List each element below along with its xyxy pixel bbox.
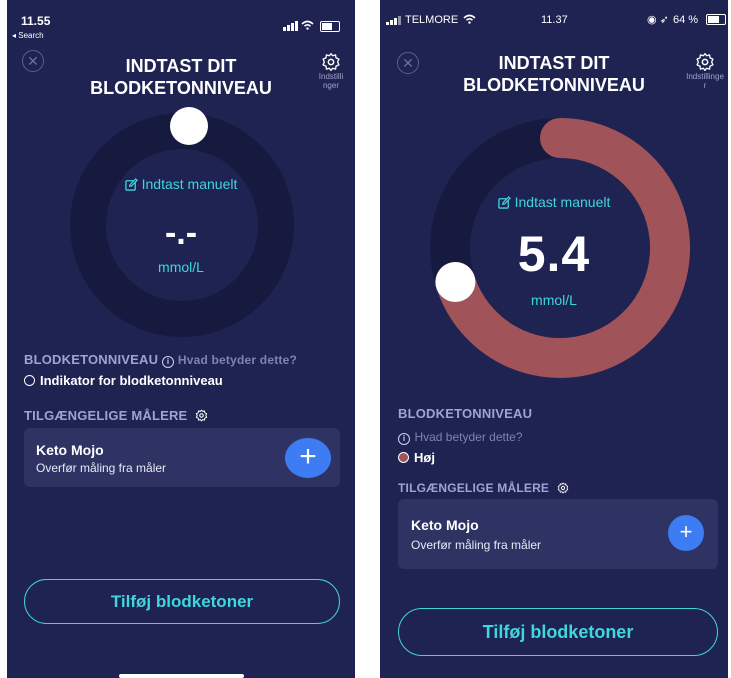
edit-icon [124,178,138,191]
home-indicator [119,674,244,678]
settings-button[interactable]: Indstillinger [311,52,351,90]
status-bar: 11.55 ◂ Search [7,0,355,40]
ketone-level-label: BLODKETONNIVEAU [24,352,159,367]
page-title: INDTAST DIT BLODKETONNIVEAU [67,55,295,99]
status-time: 11.37 [541,14,568,26]
settings-label: Indstillinger [685,72,725,90]
title-line-1: INDTAST DIT [498,53,610,73]
indicator-row: Høj [398,450,435,465]
close-icon[interactable]: ✕ [397,52,419,74]
meter-card-keto-mojo[interactable]: Keto Mojo Overfør måling fra måler + [398,499,718,569]
add-blood-ketones-button[interactable]: Tilføj blodketoner [24,579,340,624]
meters-settings-icon[interactable] [557,482,569,494]
info-question-link[interactable]: Hvad betyder dette? [414,430,522,444]
ketone-level-label: BLODKETONNIVEAU [398,406,533,421]
status-time: 11.55 [21,14,51,28]
add-blood-ketones-button[interactable]: Tilføj blodketoner [398,608,718,656]
indicator-label: Høj [414,450,435,465]
gauge-handle[interactable] [170,107,208,145]
indicator-label: Indikator for blodketonniveau [40,373,223,388]
battery-icon [320,21,340,32]
wifi-icon [301,20,314,30]
page-title: INDTAST DIT BLODKETONNIVEAU [440,52,668,96]
battery-icon [706,14,726,25]
info-icon[interactable]: i [398,433,410,445]
meter-subtitle: Overfør måling fra måler [411,538,542,552]
meter-subtitle: Overfør måling fra måler [36,461,167,475]
settings-label: Indstillinger [318,72,344,90]
back-to-search-link[interactable]: ◂ Search [12,31,44,40]
location-icon: ◉ ➶ [647,14,669,26]
title-line-1: INDTAST DIT [125,56,237,76]
meter-name: Keto Mojo [411,517,479,533]
info-icon[interactable]: i [162,356,175,368]
ketone-value: -.- [164,214,198,252]
screen-right-filled: TELMORE 11.37 ◉ ➶ 64 % ✕ INDTAST DIT BLO… [380,0,728,678]
meter-card-keto-mojo[interactable]: Keto Mojo Overfør måling fra måler + [24,428,340,487]
info-question-link[interactable]: Hvad betyder dette? [178,353,297,367]
settings-button[interactable]: Indstillinger [685,52,725,90]
ketone-level-row: BLODKETONNIVEAU i Hvad betyder dette? [24,352,297,368]
manual-entry-button[interactable]: Indtast manuelt [380,194,728,210]
signal-icon [386,16,401,25]
battery-percent: 64 % [673,14,699,26]
manual-entry-label: Indtast manuelt [141,176,238,192]
meters-label: TILGÆNGELIGE MÅLERE [398,481,550,495]
close-icon[interactable]: ✕ [22,50,44,72]
indicator-dot [24,375,35,386]
title-line-2: BLODKETONNIVEAU [90,78,272,98]
meters-settings-icon[interactable] [195,409,208,422]
gear-icon [696,53,714,72]
meters-label: TILGÆNGELIGE MÅLERE [24,408,188,423]
add-meter-button[interactable]: + [285,438,331,478]
manual-entry-button[interactable]: Indtast manuelt [7,176,355,192]
title-line-2: BLODKETONNIVEAU [463,75,645,95]
edit-icon [497,196,511,209]
screen-left-empty: 11.55 ◂ Search ✕ INDTAST DIT BLODKETONNI… [7,0,355,678]
status-bar: TELMORE 11.37 ◉ ➶ 64 % [380,0,728,40]
indicator-dot [398,452,409,463]
unit-label: mmol/L [531,292,577,308]
gear-icon [322,53,340,72]
unit-label: mmol/L [158,259,204,275]
settings-label-text: Indstillinger [686,72,724,90]
carrier-name: TELMORE [405,14,459,26]
wifi-icon [463,14,476,24]
meters-header: TILGÆNGELIGE MÅLERE [24,408,208,423]
signal-icon [283,21,298,31]
ketone-value: 5.4 [517,226,591,282]
add-meter-button[interactable]: + [668,515,704,551]
meters-header: TILGÆNGELIGE MÅLERE [398,481,569,495]
manual-entry-label: Indtast manuelt [514,194,611,210]
info-row: i Hvad betyder dette? [398,428,523,446]
indicator-row: Indikator for blodketonniveau [24,373,223,388]
meter-name: Keto Mojo [36,442,104,458]
